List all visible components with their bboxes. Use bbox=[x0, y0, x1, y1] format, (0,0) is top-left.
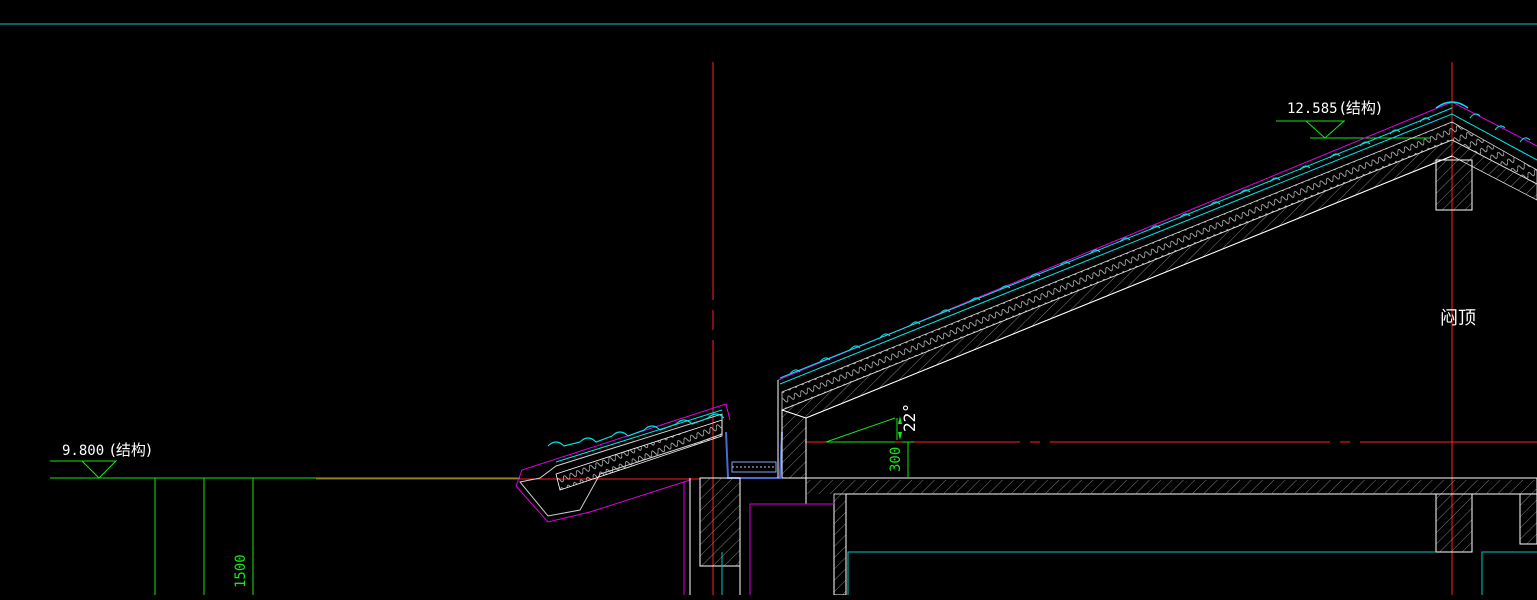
interior-lines bbox=[683, 482, 1537, 595]
main-roof-slope[interactable] bbox=[777, 101, 1537, 479]
elevation-marker-left[interactable]: 9.800 (结构) bbox=[50, 441, 152, 479]
attic-label: 闷顶 bbox=[1440, 308, 1476, 329]
dimension-1500: 1500 bbox=[233, 554, 249, 588]
roof-section-drawing[interactable]: 9.800 (结构) 12.585 (结构) 1500 22° 300 闷顶 bbox=[0, 0, 1537, 596]
slope-angle-annotation[interactable]: 22° bbox=[825, 403, 919, 443]
elevation-note-left: (结构) bbox=[110, 441, 152, 459]
dim-300-label: 300 bbox=[888, 447, 904, 472]
gutter[interactable] bbox=[725, 431, 783, 479]
elevation-value-right: 12.585 bbox=[1287, 101, 1338, 117]
dimension-300[interactable]: 300 bbox=[888, 441, 914, 478]
left-eave-roof[interactable] bbox=[515, 403, 731, 523]
angle-label: 22° bbox=[900, 403, 919, 432]
elevation-note-right: (结构) bbox=[1340, 99, 1382, 117]
floor-slab[interactable] bbox=[689, 477, 1537, 596]
elevation-value-left: 9.800 bbox=[62, 443, 104, 459]
cad-drawing-viewport[interactable]: 9.800 (结构) 12.585 (结构) 1500 22° 300 闷顶 bbox=[0, 0, 1537, 596]
